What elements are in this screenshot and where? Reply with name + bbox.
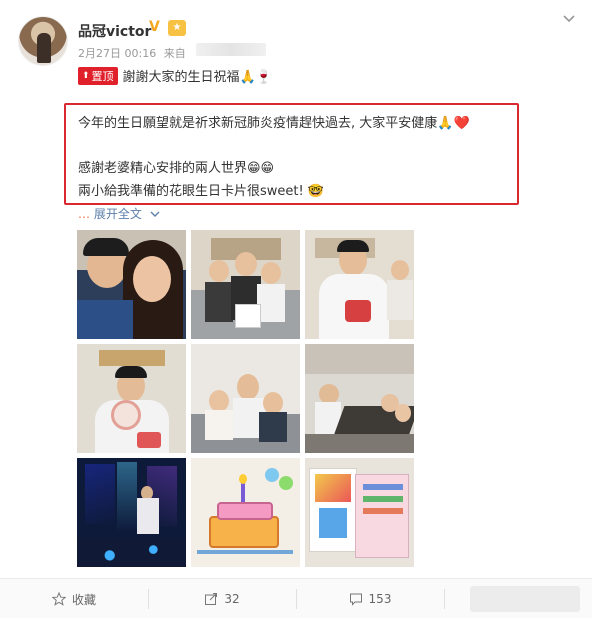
photo-birthday-cards[interactable] — [305, 458, 414, 567]
blurred-source — [196, 43, 266, 56]
post-meta: 2月27日 00:16 来自 — [78, 45, 186, 61]
expand-full-text[interactable]: … 展开全文 — [78, 205, 160, 222]
photo-family-on-sofa[interactable] — [191, 344, 300, 453]
photo-family-with-cake[interactable] — [191, 230, 300, 339]
post-body-line-1: 今年的生日願望就是祈求新冠肺炎疫情趕快過去, 大家平安健康🙏❤️ — [78, 116, 470, 131]
photo-man-holding-plate[interactable] — [77, 344, 186, 453]
source-prefix: 来自 — [163, 47, 186, 60]
pin-icon: ⬆ — [82, 70, 90, 81]
divider — [444, 589, 445, 609]
pinned-label: 置顶 — [91, 69, 114, 83]
verified-icon: V — [149, 19, 160, 35]
comment-icon — [349, 593, 362, 606]
photo-couple-selfie[interactable] — [77, 230, 186, 339]
post-date[interactable]: 2月27日 00:16 — [78, 47, 156, 60]
repost-button[interactable]: 32 — [148, 579, 296, 619]
pinned-badge: ⬆ 置顶 — [78, 66, 118, 85]
chevron-down-icon[interactable] — [562, 12, 576, 26]
expand-dots: … — [78, 207, 90, 221]
favorite-button[interactable]: 收藏 — [0, 579, 148, 619]
repost-icon — [205, 593, 218, 605]
post-body-line-2: 感謝老婆精心安排的兩人世界😁😁 — [78, 161, 275, 176]
repost-count: 32 — [224, 592, 240, 606]
photo-cake-drawing[interactable] — [191, 458, 300, 567]
avatar[interactable] — [18, 16, 68, 66]
expand-link[interactable]: 展开全文 — [94, 207, 142, 221]
comment-button[interactable]: 153 — [296, 579, 444, 619]
star-icon — [51, 592, 66, 606]
photo-man-with-cake[interactable] — [305, 230, 414, 339]
chevron-down-icon — [150, 211, 160, 217]
post-headline: 謝謝大家的生日祝福🙏🍷 — [122, 70, 272, 85]
fan-badge-icon: ★ — [168, 20, 186, 36]
photo-dining-room[interactable] — [305, 344, 414, 453]
photo-party-lights[interactable] — [77, 458, 186, 567]
watermark — [470, 586, 580, 612]
favorite-label: 收藏 — [71, 592, 96, 607]
comment-count: 153 — [368, 592, 392, 606]
post-headline-row: ⬆ 置顶 謝謝大家的生日祝福🙏🍷 — [78, 66, 272, 85]
weibo-post-card: 品冠victor V ★ 2月27日 00:16 来自 ⬆ 置顶 謝謝大家的生日… — [0, 0, 592, 618]
author-name[interactable]: 品冠victor — [78, 21, 151, 41]
post-body-line-3: 兩小給我準備的花眼生日卡片很sweet! 🤓 — [78, 184, 325, 199]
